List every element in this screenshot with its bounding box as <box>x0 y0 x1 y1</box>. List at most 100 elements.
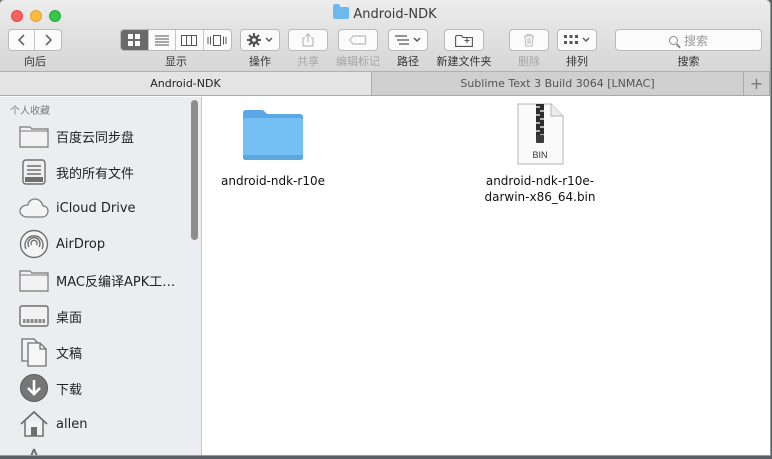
sidebar-item-label: iCloud Drive <box>56 200 136 216</box>
edit-tags-button[interactable] <box>339 30 377 50</box>
chevron-right-icon <box>45 34 53 46</box>
new-folder-label: 新建文件夹 <box>436 55 492 68</box>
sidebar-item-label: 下载 <box>56 382 83 398</box>
delete-label: 删除 <box>518 55 540 68</box>
path-icon <box>395 34 409 45</box>
share-icon <box>302 33 314 47</box>
action-button[interactable] <box>241 30 279 50</box>
sidebar-item-home[interactable]: allen <box>0 406 190 442</box>
search-icon <box>668 35 678 45</box>
sidebar-item-partial[interactable] <box>0 442 190 455</box>
sidebar-item-mac-apk[interactable]: MAC反编译APK工… <box>0 262 190 298</box>
back-label: 向后 <box>24 55 46 68</box>
arrange-label: 排列 <box>566 55 588 68</box>
sidebar-item-label: 文稿 <box>56 346 83 362</box>
tab-sublime-text[interactable]: Sublime Text 3 Build 3064 [LNMAC] <box>372 72 744 95</box>
columns-icon <box>181 34 198 46</box>
add-tab-button[interactable]: + <box>744 72 770 95</box>
sidebar-item-downloads[interactable]: 下载 <box>0 370 190 406</box>
arrange-icon <box>564 35 578 44</box>
file-area: android-ndk-r10e BIN android-ndk-r10e- d… <box>203 97 770 455</box>
chevron-down-icon <box>582 37 590 42</box>
file-name-line1: android-ndk-r10e- <box>485 174 595 188</box>
chevron-down-icon <box>413 37 421 42</box>
back-button[interactable] <box>9 30 35 50</box>
sidebar-scrollbar[interactable] <box>191 100 198 240</box>
arrange-group <box>557 29 597 51</box>
new-folder-icon <box>455 34 473 47</box>
list-icon <box>154 35 169 45</box>
tab-android-ndk[interactable]: Android-NDK <box>0 72 372 95</box>
tags-group <box>338 29 378 51</box>
finder-window: Android-NDK 向后 显示 操作 共享 编辑标记 路径 新建文件夹 删除… <box>0 0 770 455</box>
delete-group <box>509 29 549 51</box>
file-name: android-ndk-r10e <box>221 174 325 188</box>
trash-icon <box>524 33 534 47</box>
arrange-button[interactable] <box>558 30 596 50</box>
back-forward-group <box>8 29 62 51</box>
search-label: 搜索 <box>677 55 700 68</box>
delete-button[interactable] <box>510 30 548 50</box>
sidebar: 个人收藏 百度云同步盘 我的所有文件 iCloud Drive AirDrop <box>0 97 202 455</box>
gear-icon <box>247 33 261 47</box>
cover-flow-button[interactable] <box>204 30 231 50</box>
sidebar-item-label: 百度云同步盘 <box>56 130 135 146</box>
share-group <box>288 29 328 51</box>
folder-icon <box>243 110 303 160</box>
share-button[interactable] <box>289 30 327 50</box>
sidebar-item-label: 桌面 <box>56 310 83 326</box>
sidebar-section-favorites: 个人收藏 <box>10 106 50 117</box>
share-label: 共享 <box>297 55 319 68</box>
view-label: 显示 <box>165 55 187 68</box>
action-label: 操作 <box>249 55 271 68</box>
chevron-left-icon <box>17 34 25 46</box>
folder-icon <box>18 120 50 152</box>
sidebar-item-all-files[interactable]: 我的所有文件 <box>0 154 190 190</box>
sidebar-item-documents[interactable]: 文稿 <box>0 334 190 370</box>
sidebar-item-icloud[interactable]: iCloud Drive <box>0 190 190 226</box>
zip-bin-file-icon: BIN <box>517 103 564 165</box>
file-name-line2: darwin-x86_64.bin <box>484 190 596 204</box>
documents-icon <box>18 336 50 368</box>
sidebar-item-airdrop[interactable]: AirDrop <box>0 226 190 262</box>
plus-icon: + <box>749 74 764 93</box>
view-mode-group <box>120 29 232 51</box>
path-button[interactable] <box>389 30 427 50</box>
all-files-icon <box>18 156 50 188</box>
search-input[interactable]: 搜索 <box>615 29 762 51</box>
sidebar-item-baidu-sync[interactable]: 百度云同步盘 <box>0 118 190 154</box>
grid-icon <box>128 34 141 46</box>
sidebar-item-label: AirDrop <box>56 236 106 252</box>
sidebar-item-label: allen <box>56 416 88 432</box>
home-icon <box>18 408 50 440</box>
tags-label: 编辑标记 <box>336 55 380 68</box>
desktop-icon <box>18 300 50 332</box>
download-icon <box>18 372 50 404</box>
file-item-folder[interactable]: android-ndk-r10e <box>213 107 333 189</box>
toolbar: Android-NDK 向后 显示 操作 共享 编辑标记 路径 新建文件夹 删除… <box>0 0 770 72</box>
list-view-button[interactable] <box>149 30 176 50</box>
sidebar-item-label: 我的所有文件 <box>56 166 135 182</box>
sidebar-item-label: MAC反编译APK工… <box>56 274 176 290</box>
path-group <box>388 29 428 51</box>
column-view-button[interactable] <box>176 30 204 50</box>
cloud-icon <box>18 192 50 224</box>
tag-icon <box>349 35 367 45</box>
forward-button[interactable] <box>35 30 61 50</box>
window-title: Android-NDK <box>0 4 770 22</box>
cover-flow-icon <box>207 34 227 46</box>
action-group <box>240 29 280 51</box>
new-folder-button[interactable] <box>445 30 483 50</box>
new-folder-group <box>444 29 484 51</box>
path-label: 路径 <box>397 55 419 68</box>
sidebar-item-desktop[interactable]: 桌面 <box>0 298 190 334</box>
chevron-down-icon <box>265 37 273 42</box>
airdrop-icon <box>18 228 50 260</box>
file-item-bin[interactable]: BIN android-ndk-r10e- darwin-x86_64.bin <box>473 103 607 205</box>
tab-bar: Android-NDK Sublime Text 3 Build 3064 [L… <box>0 72 770 96</box>
folder-icon <box>333 4 350 19</box>
icon-view-button[interactable] <box>121 30 149 50</box>
bin-badge: BIN <box>532 150 547 160</box>
applications-icon <box>18 444 50 455</box>
folder-icon <box>18 264 50 296</box>
